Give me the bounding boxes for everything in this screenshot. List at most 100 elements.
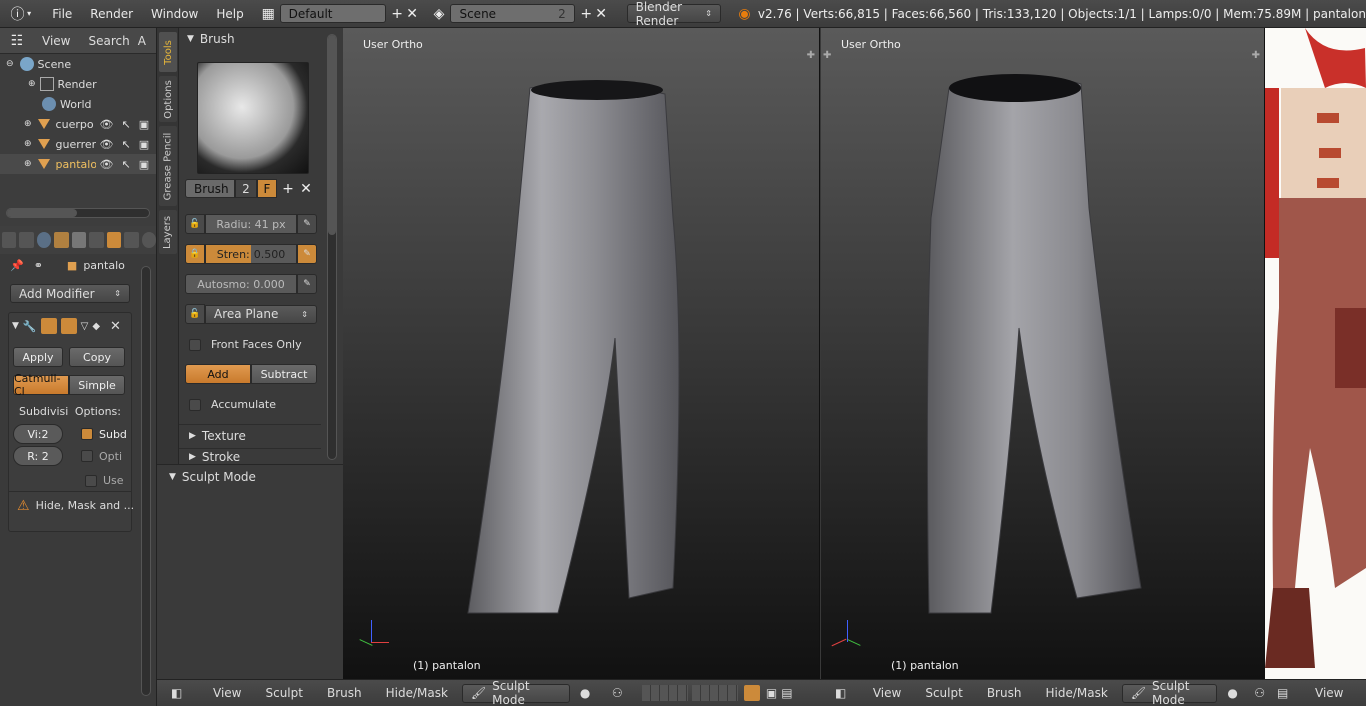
brush-preview[interactable] (197, 62, 309, 174)
camera-icon[interactable]: ▣ (139, 118, 149, 131)
mode-dropdown[interactable]: 🖌 Sculpt Mode (461, 679, 570, 706)
tool-panel-scrollbar[interactable] (327, 34, 337, 460)
close-layout-icon[interactable]: ✕ (405, 5, 420, 23)
apply-button[interactable]: Apply (13, 347, 63, 367)
add-modifier-dropdown[interactable]: Add Modifier ⇕ (10, 284, 130, 303)
eye-icon[interactable]: 👁 (100, 138, 114, 151)
accumulate-checkbox[interactable] (189, 398, 201, 411)
constraints-tab-icon[interactable] (89, 232, 104, 248)
fake-user-toggle[interactable]: F (257, 179, 277, 198)
editor-type-icon[interactable]: ◧ (171, 686, 189, 700)
reference-image-panel[interactable] (1265, 28, 1366, 679)
eye-icon[interactable]: 👁 (100, 158, 114, 171)
editmode-toggle-icon[interactable]: ▽ (81, 321, 89, 332)
collapse-icon[interactable]: ▼ (187, 34, 194, 44)
info-editor-icon[interactable]: ⓘ (10, 5, 25, 23)
collapse-icon[interactable]: ▼ (12, 321, 19, 331)
render-levels-field[interactable]: R: 2 (13, 446, 63, 466)
mode-dropdown[interactable]: 🖌 Sculpt Mode (1121, 679, 1218, 706)
brush-menu[interactable]: Brush (975, 686, 1034, 700)
object-tab-icon[interactable] (71, 232, 87, 248)
strength-slider[interactable]: Stren: 0.500 (205, 244, 297, 264)
material-tab-icon[interactable] (141, 232, 156, 248)
copy-button[interactable]: Copy (69, 347, 125, 367)
expand-icon[interactable]: ⊕ (24, 159, 32, 169)
camera-icon[interactable]: ▣ (139, 158, 149, 171)
add-layout-icon[interactable]: + (390, 5, 405, 23)
front-faces-checkbox[interactable] (189, 338, 201, 351)
subtract-direction-button[interactable]: Subtract (251, 364, 317, 384)
area-plane-dropdown[interactable]: Area Plane ⇕ (205, 304, 317, 324)
pressure-icon[interactable]: ✎ (297, 274, 317, 294)
view-menu[interactable]: View (1315, 686, 1343, 700)
catmull-clark-button[interactable]: Catmull-Cl (13, 372, 69, 398)
outliner-item-pantalo[interactable]: ⊕ pantalo 👁 ↖ ▣ (0, 154, 156, 174)
render-toggle-icon[interactable] (40, 318, 57, 334)
tab-layers[interactable]: Layers (159, 210, 177, 254)
use-opensubdiv-checkbox[interactable] (85, 474, 97, 487)
link-icon[interactable]: ⚭ (34, 259, 43, 272)
lock-icon[interactable]: 🔓 (185, 214, 205, 234)
screen-layout-icon[interactable]: ▦ (261, 5, 276, 23)
outliner-scrollbar[interactable] (6, 208, 150, 218)
sculpt-menu[interactable]: Sculpt (913, 686, 974, 700)
data-tab-icon[interactable] (124, 232, 139, 248)
viewport-right[interactable]: User Ortho ✚ ✚ (1) pantalon (821, 28, 1265, 679)
realtime-toggle-icon[interactable] (60, 318, 77, 334)
outliner-item-world[interactable]: World (0, 94, 156, 114)
collapse-icon[interactable]: ▼ (169, 472, 176, 482)
collapse-icon[interactable]: ⊖ (6, 59, 14, 69)
pressure-icon[interactable]: ✎ (297, 244, 317, 264)
radius-slider[interactable]: Radiu: 41 px (205, 214, 297, 234)
world-tab-icon[interactable] (54, 232, 69, 248)
editor-type-icon[interactable]: ◧ (835, 686, 851, 700)
cursor-icon[interactable]: ↖ (122, 158, 131, 171)
render-icon[interactable]: ▣ (766, 686, 777, 700)
brush-menu[interactable]: Brush (315, 686, 374, 700)
tab-grease-pencil[interactable]: Grease Pencil (159, 126, 177, 206)
camera-icon[interactable]: ▣ (139, 138, 149, 151)
close-icon[interactable]: ✕ (110, 319, 121, 334)
tab-options[interactable]: Options (159, 76, 177, 122)
cage-toggle-icon[interactable]: ◆ (92, 321, 100, 332)
outliner-editor-icon[interactable]: ☷ (8, 32, 26, 50)
pin-icon[interactable]: 📌 (10, 259, 24, 272)
menu-file[interactable]: File (43, 7, 81, 21)
menu-window[interactable]: Window (142, 7, 207, 21)
screen-layout-field[interactable]: Default (279, 4, 386, 23)
render-animation-icon[interactable]: ▤ (781, 686, 792, 700)
expand-icon[interactable]: ⊕ (24, 119, 32, 129)
scene-field[interactable]: Scene 2 (450, 4, 575, 23)
unlink-brush-icon[interactable]: ✕ (297, 180, 315, 198)
subdivide-uvs-checkbox[interactable] (81, 428, 93, 440)
image-editor-type-icon[interactable]: ▤ (1277, 686, 1295, 700)
lock-camera-icon[interactable] (743, 685, 760, 701)
lock-icon[interactable]: 🔓 (185, 304, 205, 324)
modifiers-tab-icon[interactable] (106, 232, 122, 248)
layers-grid-icon[interactable] (641, 685, 688, 701)
pressure-icon[interactable]: ✎ (297, 214, 317, 234)
optimal-display-checkbox[interactable] (81, 450, 93, 462)
add-brush-icon[interactable]: + (279, 180, 297, 198)
menu-help[interactable]: Help (207, 7, 252, 21)
brush-panel-header[interactable]: ▼ Brush (179, 28, 343, 50)
scrollbar-thumb[interactable] (7, 209, 77, 217)
expand-icon[interactable]: ▶ (189, 431, 196, 441)
expand-icon[interactable]: ⊕ (24, 139, 32, 149)
lock-icon[interactable]: 🔒 (185, 244, 205, 264)
hide-mask-menu[interactable]: Hide/Mask (1033, 686, 1119, 700)
shading-icon[interactable]: ● (580, 686, 606, 700)
outliner-view-menu[interactable]: View (42, 34, 70, 48)
brush-name-field[interactable]: Brush (185, 179, 235, 198)
menu-render[interactable]: Render (81, 7, 142, 21)
expand-icon[interactable]: ▶ (189, 452, 196, 462)
chevron-down-icon[interactable]: ▾ (25, 5, 33, 23)
render-tab-icon[interactable] (2, 232, 17, 248)
autosmooth-slider[interactable]: Autosmo: 0.000 (185, 274, 297, 294)
shading-icon[interactable]: ● (1227, 686, 1250, 700)
view-levels-field[interactable]: Vi:2 (13, 424, 63, 444)
properties-scrollbar[interactable] (141, 266, 151, 696)
outliner-item-guerrer[interactable]: ⊕ guerrer 👁 ↖ ▣ (0, 134, 156, 154)
scrollbar-thumb[interactable] (328, 35, 336, 235)
texture-panel-header[interactable]: ▶ Texture (179, 424, 321, 446)
